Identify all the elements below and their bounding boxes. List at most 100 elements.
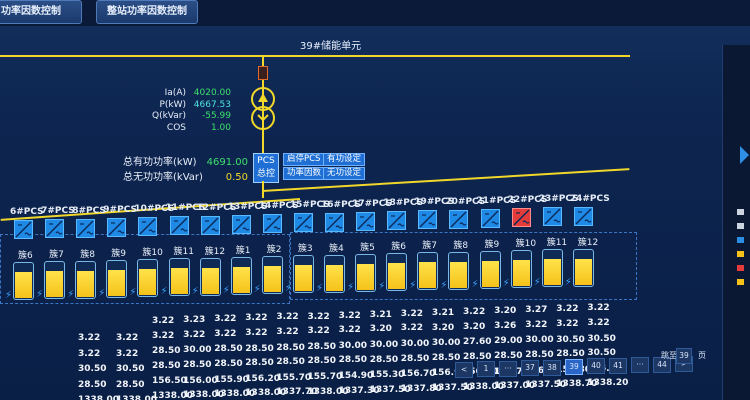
page-button[interactable]: 38 xyxy=(543,359,561,376)
page-button[interactable]: 39 xyxy=(565,359,583,375)
battery-icon[interactable] xyxy=(137,259,159,297)
battery-icon[interactable] xyxy=(168,258,190,297)
cluster-value: 30.00 xyxy=(525,335,554,346)
pcs-master-bottom: 总控 xyxy=(256,169,275,179)
battery-icon[interactable] xyxy=(541,249,563,288)
pcs-converter-icon[interactable] xyxy=(325,212,344,232)
battery-soc-fill xyxy=(481,260,499,287)
battery-icon[interactable] xyxy=(44,261,66,300)
cluster-value: 156.20 xyxy=(245,373,281,384)
cluster-value: 28.50 xyxy=(116,379,145,390)
cluster-label: 簇1 xyxy=(235,245,251,256)
battery-icon[interactable] xyxy=(324,254,345,293)
charge-bolt-icon: ⚡ xyxy=(98,287,106,299)
battery-icon[interactable] xyxy=(292,255,314,294)
legend-yellow xyxy=(737,279,744,285)
cluster-label: 簇12 xyxy=(204,246,226,257)
cluster-label: 簇7 xyxy=(422,241,438,252)
page-button[interactable]: ··· xyxy=(499,360,517,377)
battery-icon[interactable] xyxy=(261,256,283,294)
page-button[interactable]: ··· xyxy=(631,357,649,374)
page-button[interactable]: 40 xyxy=(587,358,605,375)
pcs-converter-icon[interactable] xyxy=(573,206,593,226)
battery-icon[interactable] xyxy=(448,251,470,290)
charge-bolt-icon: ⚡ xyxy=(440,279,448,291)
battery-icon[interactable] xyxy=(355,253,377,292)
battery-icon[interactable] xyxy=(572,248,594,287)
legend-grey xyxy=(737,209,744,215)
battery-icon[interactable] xyxy=(75,260,97,299)
tab-station-power-factor-control[interactable]: 整站功率因数控制 xyxy=(96,0,198,24)
battery-icon[interactable] xyxy=(13,262,34,300)
cluster-value: 30.50 xyxy=(78,364,107,374)
total-label: 总无功功率(kVar) xyxy=(123,172,203,183)
right-side-panel xyxy=(722,45,750,400)
battery-icon[interactable] xyxy=(199,257,221,296)
expand-chevron-icon[interactable] xyxy=(740,146,749,164)
pcs-converter-icon[interactable] xyxy=(511,208,531,227)
pcs-converter-icon[interactable] xyxy=(418,210,438,230)
cluster-label: 簇6 xyxy=(391,242,406,252)
cluster-value: 27.60 xyxy=(463,337,492,348)
pcs-converter-icon[interactable] xyxy=(387,211,407,230)
page-button[interactable]: 1 xyxy=(477,361,495,378)
charge-bolt-icon: ⚡ xyxy=(5,290,13,301)
pcs-converter-icon[interactable] xyxy=(76,218,96,238)
battery-soc-fill xyxy=(201,267,219,294)
meas-value: 4667.53 xyxy=(193,99,231,110)
pcs-converter-icon[interactable] xyxy=(356,211,376,231)
legend-blue xyxy=(737,237,744,243)
pcs-label: 7#PCS xyxy=(41,206,75,217)
cluster-value: 156.00 xyxy=(183,375,218,386)
meas-value: 1.00 xyxy=(210,122,231,133)
cluster-value: 3.22 xyxy=(152,316,175,326)
active-power-setting-button[interactable]: 有功设定 xyxy=(323,153,366,166)
meas-value: -55.99 xyxy=(201,111,231,121)
pcs-master-control-button[interactable]: PCS 总控 xyxy=(253,153,279,183)
pcs-converter-icon[interactable] xyxy=(293,213,313,233)
pcs-converter-icon[interactable] xyxy=(262,214,282,233)
prev-page-button[interactable]: < xyxy=(455,362,473,378)
battery-cap xyxy=(50,261,57,262)
page-button[interactable]: 41 xyxy=(609,357,627,374)
pcs-converter-icon[interactable] xyxy=(14,220,33,239)
battery-cap xyxy=(392,253,399,254)
battery-icon[interactable] xyxy=(510,250,532,288)
charge-bolt-icon: ⚡ xyxy=(471,278,479,290)
battery-icon[interactable] xyxy=(386,253,408,291)
pcs-converter-icon[interactable] xyxy=(138,217,158,236)
battery-icon[interactable] xyxy=(479,250,501,289)
start-stop-pcs-button[interactable]: 启停PCS xyxy=(283,153,325,166)
tab-power-factor-control[interactable]: 功率因数控制 xyxy=(0,0,82,24)
cluster-label: 簇6 xyxy=(18,251,33,261)
battery-cap xyxy=(454,252,461,253)
pcs-converter-icon[interactable] xyxy=(169,216,189,236)
pcs-converter-icon[interactable] xyxy=(480,208,500,228)
battery-icon[interactable] xyxy=(417,252,439,291)
battery-icon[interactable] xyxy=(230,256,252,295)
pcs-converter-icon[interactable] xyxy=(231,214,251,234)
battery-icon[interactable] xyxy=(106,259,128,298)
meas-label: Ia(A) xyxy=(164,88,186,98)
pcs-converter-icon[interactable] xyxy=(107,217,127,237)
page-button[interactable]: 37 xyxy=(521,360,539,377)
pcs-converter-icon[interactable] xyxy=(449,209,469,229)
pcs-converter-icon[interactable] xyxy=(45,219,65,239)
pcs-converter-icon[interactable] xyxy=(200,215,220,235)
pcs-label: 24#PCS xyxy=(569,193,610,204)
goto-page-input[interactable]: 39 xyxy=(676,348,692,364)
cluster-value: 3.22 xyxy=(276,312,299,323)
battery-soc-fill xyxy=(232,266,250,293)
cluster-value: 3.21 xyxy=(431,307,455,318)
power-factor-button[interactable]: 功率因数 xyxy=(283,167,326,180)
cluster-label: 簇11 xyxy=(546,238,568,249)
reactive-power-setting-button[interactable]: 无功设定 xyxy=(323,167,366,180)
cluster-value: 30.50 xyxy=(556,334,585,345)
battery-soc-fill xyxy=(170,268,188,295)
battery-soc-fill xyxy=(263,266,281,292)
charge-bolt-icon: ⚡ xyxy=(347,281,355,293)
charge-bolt-icon: ⚡ xyxy=(160,286,168,298)
pcs-converter-icon[interactable] xyxy=(542,207,562,227)
cluster-value: 30.00 xyxy=(431,338,461,349)
battery-soc-fill xyxy=(294,265,312,292)
